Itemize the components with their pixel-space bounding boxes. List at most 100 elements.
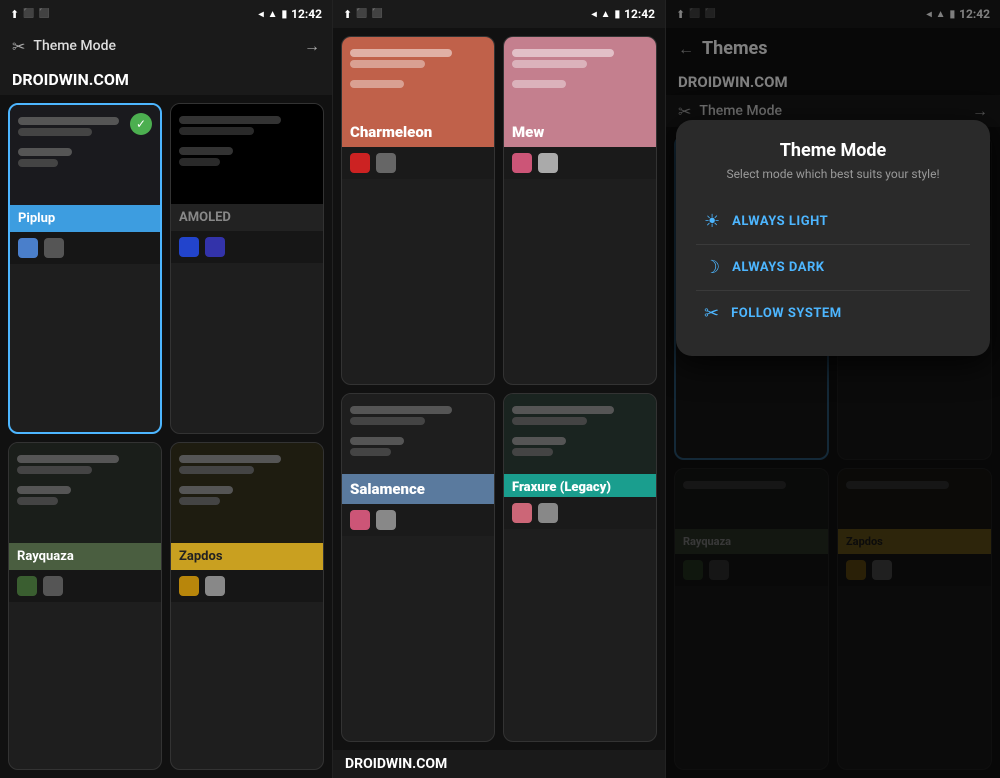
panel-2: ⬆ ⬛ ⬛ ◂ ▲ ▮ 12:42 Charmeleon [333,0,666,778]
upload-icon-2: ⬆ [343,8,352,21]
bar [17,497,58,505]
swatch-red [350,153,370,173]
bar [350,437,404,445]
theme-card-mew[interactable]: Mew [503,36,657,385]
panel-3: ⬆ ⬛ ⬛ ◂ ▲ ▮ 12:42 ← Themes DROIDWIN.COM … [666,0,1000,778]
themes-grid-2: Charmeleon Mew [333,28,665,750]
swatch-gray-s [376,510,396,530]
bar [18,117,119,125]
bar [17,466,92,474]
option-always-dark[interactable]: ☽ ALWAYS DARK [696,245,970,291]
app-header-left: ✂ Theme Mode [12,37,116,56]
system-icon: ✂ [704,303,719,324]
theme-card-fraxure[interactable]: Fraxure (Legacy) [503,393,657,742]
always-light-label: ALWAYS LIGHT [732,214,828,229]
status-left-2: ⬆ ⬛ ⬛ [343,8,383,21]
piplup-bars2 [18,144,152,171]
app-header-1: ✂ Theme Mode → [0,28,332,64]
rayquaza-bars [17,451,153,478]
bar [350,60,425,68]
swatch-gray [44,238,64,258]
status-left-icons: ⬆ ⬛ ⬛ [10,8,50,21]
theme-card-rayquaza[interactable]: Rayquaza [8,442,162,771]
theme-card-charmeleon[interactable]: Charmeleon [341,36,495,385]
fraxure-label: Fraxure (Legacy) [504,474,656,497]
theme-card-amoled[interactable]: AMOLED [170,103,324,434]
rayquaza-label: Rayquaza [9,543,161,570]
bar [350,417,425,425]
wifi-icon-2: ▲ [601,9,611,20]
theme-preview-salamence [342,394,494,474]
swatch-pink [512,153,532,173]
theme-mode-icon: ✂ [12,37,25,56]
theme-preview-rayquaza [9,443,161,543]
swatch-gray [43,576,63,596]
bar [512,437,566,445]
battery-icon-2: ▮ [615,9,621,20]
amoled-bars [179,112,315,139]
swatch-blue-dark [179,237,199,257]
zapdos-label: Zapdos [171,543,323,570]
bar [17,486,71,494]
theme-card-piplup[interactable]: ✓ Piplup [8,103,162,434]
bar [17,455,119,463]
status-bar-2: ⬆ ⬛ ⬛ ◂ ▲ ▮ 12:42 [333,0,665,28]
bar [179,116,281,124]
volume-icon: ◂ [259,9,264,20]
upload-icon: ⬆ [10,8,19,21]
themes-grid-1: ✓ Piplup [0,95,332,778]
rayquaza-bars2 [17,482,153,509]
charmeleon-swatches [342,147,494,179]
swatch-green [17,576,37,596]
panel-1: ⬆ ⬛ ⬛ ◂ ▲ ▮ 12:42 ✂ Theme Mode → DROIDWI… [0,0,333,778]
bar [179,158,220,166]
bar [512,80,566,88]
salamence-label: Salamence [342,474,494,504]
fraxure-swatches [504,497,656,529]
amoled-bars2 [179,143,315,170]
bar [512,60,587,68]
amoled-label: AMOLED [171,204,323,231]
arrow-icon-1[interactable]: → [304,36,320,56]
brand-1: DROIDWIN.COM [0,64,332,95]
modal-dim-overlay [666,0,1000,778]
bar [179,127,254,135]
zapdos-swatches [171,570,323,602]
always-dark-label: ALWAYS DARK [732,260,824,275]
salamence-bars2 [350,433,486,460]
bar [512,448,553,456]
swatch-gray [376,153,396,173]
mew-swatches [504,147,656,179]
status-bar-1: ⬆ ⬛ ⬛ ◂ ▲ ▮ 12:42 [0,0,332,28]
modal-subtitle: Select mode which best suits your style! [696,167,970,181]
bar [179,147,233,155]
bar [512,406,614,414]
theme-mode-label-1: Theme Mode [33,38,116,54]
fraxure-bars [512,402,648,429]
img-icon1: ⬛ [23,9,34,19]
fraxure-bars2 [512,433,648,460]
option-always-light[interactable]: ☀ ALWAYS LIGHT [696,199,970,245]
theme-preview-amoled [171,104,323,204]
theme-card-salamence[interactable]: Salamence [341,393,495,742]
option-follow-system[interactable]: ✂ FOLLOW SYSTEM [696,291,970,336]
img-icon3: ⬛ [356,9,367,19]
piplup-label: Piplup [10,205,160,232]
swatch-gray-f [538,503,558,523]
selected-check-piplup: ✓ [130,113,152,135]
bar [179,497,220,505]
swatch-blue [18,238,38,258]
sun-icon: ☀ [704,211,720,232]
bar [350,80,404,88]
theme-card-zapdos[interactable]: Zapdos [170,442,324,771]
charmeleon-bars [350,45,486,72]
swatch-light-gray [538,153,558,173]
theme-preview-fraxure [504,394,656,474]
bar [179,486,233,494]
piplup-swatches [10,232,160,264]
follow-system-label: FOLLOW SYSTEM [731,306,842,321]
bar [350,406,452,414]
bar [512,417,587,425]
brand-2: DROIDWIN.COM [333,750,665,778]
bar [18,159,58,167]
